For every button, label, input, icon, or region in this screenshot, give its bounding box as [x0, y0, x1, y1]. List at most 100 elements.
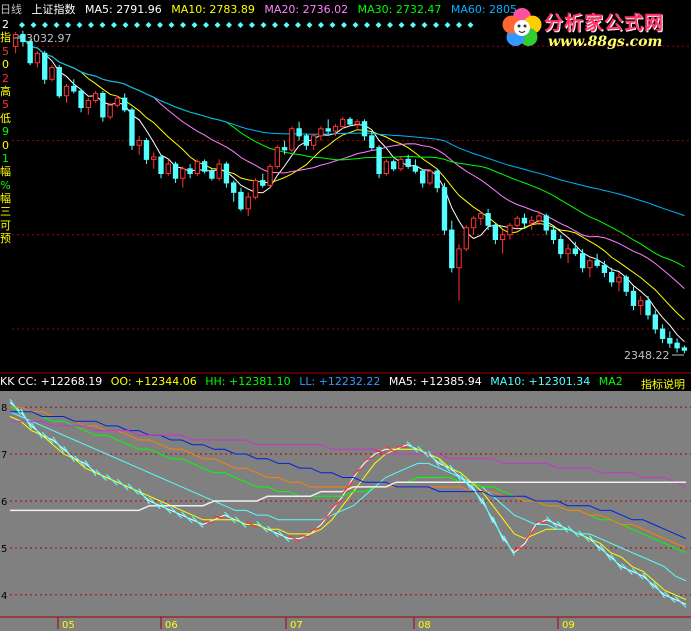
ma30-value: MA30: 2732.47 [357, 3, 442, 16]
signal-diamond-icon [42, 22, 48, 28]
left-strip-char: 预 [0, 232, 11, 246]
period-label: 日线 [0, 3, 22, 16]
candle-body [608, 271, 615, 283]
candle-body [209, 170, 215, 179]
low-price-label: 2348.22 [624, 349, 670, 362]
candle-body [499, 234, 506, 240]
signal-markers [19, 22, 474, 28]
signal-diamond-icon [53, 22, 60, 28]
candle-body [223, 163, 230, 184]
candle-body [49, 66, 55, 80]
ma5-line [15, 34, 685, 343]
x-axis-tick-label: 09 [562, 620, 575, 631]
signal-diamond-icon [375, 22, 382, 28]
left-strip-char: 0 [2, 58, 9, 72]
high-price-label: 3032.97 [26, 32, 72, 45]
candle-body [616, 276, 622, 283]
signal-diamond-icon [122, 22, 129, 28]
signal-diamond-icon [410, 22, 416, 28]
logo-url: www.88gs.com [548, 34, 663, 50]
candle-body [594, 260, 600, 266]
candle-body [34, 52, 41, 64]
signal-diamond-icon [421, 22, 428, 28]
candle-body [456, 248, 462, 269]
candle-body [252, 180, 259, 198]
candle-body [238, 191, 244, 210]
candle-body [405, 158, 411, 167]
candle-body [630, 290, 637, 306]
indicator-y-tick: 8 [1, 403, 7, 414]
signal-diamond-icon [111, 22, 117, 28]
candle-body [354, 121, 360, 125]
candle-body [449, 229, 455, 269]
candle-body [638, 300, 644, 306]
left-strip-char: 幅 [0, 165, 11, 179]
candle-body [318, 128, 324, 137]
candle-body [470, 217, 477, 229]
candle-body [296, 128, 302, 137]
candle-body [681, 347, 688, 351]
left-strip-char: 1 [2, 151, 9, 165]
ll-value: LL: +12232.22 [299, 375, 381, 388]
x-axis-tick-label: 08 [418, 620, 431, 631]
index-name: 上证指数 [31, 3, 76, 16]
signal-diamond-icon [237, 22, 244, 28]
candle-body [85, 99, 92, 109]
candle-body [652, 314, 658, 330]
left-strip-char: 指 [0, 31, 11, 45]
candle-body [201, 161, 208, 172]
indicator-name: KK CC: +12268.19 [0, 375, 103, 388]
candle-body [659, 328, 666, 339]
candle-body [390, 161, 397, 170]
signal-diamond-icon [191, 22, 198, 28]
signal-diamond-icon [306, 22, 313, 28]
candle-body [143, 140, 150, 160]
candle-body [514, 217, 520, 226]
candle-body [485, 213, 491, 226]
candle-body [274, 147, 280, 167]
candle-body [507, 224, 513, 236]
x-axis-tick-label: 06 [165, 620, 178, 631]
ma10-value: MA10: 2783.89 [171, 3, 255, 16]
candle-body [151, 156, 157, 160]
candle-body [369, 135, 375, 149]
candle-body [645, 300, 651, 316]
candle-body [187, 168, 193, 175]
candle-body [579, 253, 586, 269]
signal-diamond-icon [214, 22, 221, 28]
candle-body [674, 342, 680, 349]
candle-body [172, 163, 179, 179]
signal-diamond-icon [65, 22, 71, 28]
candle-body [543, 215, 549, 231]
left-strip-char: 可 [0, 218, 11, 232]
candles [12, 30, 688, 354]
indicator-explain-button[interactable]: 指标说明 [641, 376, 685, 392]
candle-body [340, 118, 346, 127]
indicator-header: KK CC: +12268.19 OO: +12344.06 HH: +1238… [0, 375, 691, 391]
candle-body [310, 135, 317, 146]
candle-body [267, 165, 273, 186]
signal-diamond-icon [249, 22, 255, 28]
candle-body [492, 224, 499, 240]
candle-body [231, 182, 237, 193]
candle-body [398, 158, 404, 170]
candle-body [667, 337, 673, 344]
signal-diamond-icon [203, 22, 209, 28]
signal-diamond-icon [318, 22, 324, 28]
signal-diamond-icon [226, 22, 232, 28]
signal-diamond-icon [19, 22, 25, 28]
left-strip-char: % [0, 178, 11, 192]
candle-body [347, 118, 353, 125]
flower-logo-icon [502, 8, 542, 46]
indicator-y-tick: 4 [1, 591, 7, 602]
signal-diamond-icon [444, 22, 451, 28]
candle-body [325, 128, 331, 132]
candle-body [587, 260, 593, 269]
signal-diamond-icon [283, 22, 290, 28]
signal-diamond-icon [168, 22, 175, 28]
ma5-value: MA5: 2791.96 [85, 3, 162, 16]
candle-body [289, 128, 295, 151]
ma10-indicator-value: MA10: +12301.34 [490, 375, 591, 388]
signal-diamond-icon [145, 22, 152, 28]
indicator-chart: 8 7 6 5 4 05 06 07 08 09 [0, 391, 691, 631]
